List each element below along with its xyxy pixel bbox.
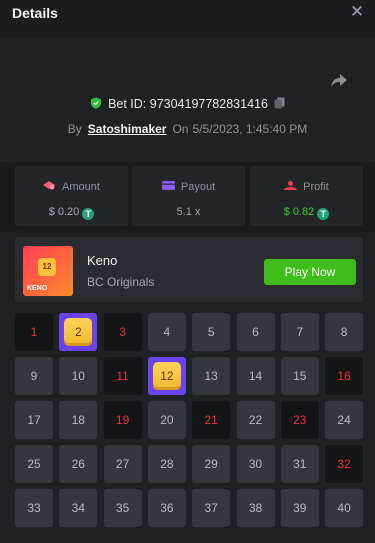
keno-cell: 13: [192, 357, 231, 395]
keno-cell: 15: [280, 357, 319, 395]
play-now-button[interactable]: Play Now: [264, 259, 356, 285]
dialog-title: Details: [12, 5, 58, 21]
shield-icon: [91, 97, 102, 109]
keno-cell-hit: 2: [59, 313, 98, 351]
keno-tile-icon: 12: [38, 258, 56, 276]
keno-cell: 28: [147, 445, 186, 483]
keno-cell: 40: [325, 489, 364, 527]
stat-amount-value: $ 0.20: [48, 206, 80, 218]
keno-cell-number: 12: [152, 362, 181, 390]
bet-datetime: 5/5/2023, 1:45:40 PM: [192, 122, 308, 136]
share-icon[interactable]: [330, 72, 348, 88]
keno-cell-miss: 16: [325, 357, 364, 395]
stat-payout-value: 5.1 x: [176, 206, 201, 218]
dialog-header: Details ✕: [0, 0, 375, 38]
keno-cell: 9: [15, 357, 53, 395]
keno-cell: 29: [192, 445, 231, 483]
stat-payout-label: Payout: [180, 181, 216, 193]
keno-cell: 18: [59, 401, 98, 439]
keno-cell: 7: [280, 313, 319, 351]
keno-cell: 36: [147, 489, 186, 527]
amount-icon: [43, 181, 56, 190]
keno-cell: 22: [236, 401, 275, 439]
game-category: BC Originals: [87, 275, 155, 289]
stat-amount-label: Amount: [62, 181, 100, 193]
keno-cell: 31: [280, 445, 319, 483]
usdt-coin-icon: T: [317, 208, 330, 220]
keno-cell-miss: 3: [103, 313, 142, 351]
keno-cell-number: 2: [64, 318, 93, 346]
keno-cell: 20: [147, 401, 186, 439]
payout-card-icon: [161, 181, 175, 190]
keno-cell: 30: [236, 445, 275, 483]
bet-byline: By Satoshimaker On 5/5/2023, 1:45:40 PM: [0, 122, 375, 136]
usdt-coin-icon: T: [82, 208, 95, 220]
by-label: By: [67, 122, 82, 136]
keno-cell: 33: [15, 489, 53, 527]
keno-cell-miss: 21: [192, 401, 231, 439]
stats-bar: Amount $ 0.20 T Payout 5.1 x Profit $ 0.8…: [0, 162, 375, 232]
keno-cell: 37: [192, 489, 231, 527]
keno-cell: 25: [15, 445, 53, 483]
stat-amount: Amount $ 0.20 T: [15, 166, 128, 226]
keno-cell: 6: [236, 313, 275, 351]
keno-cell-miss: 11: [103, 357, 142, 395]
keno-cell: 39: [280, 489, 319, 527]
bet-id-text: Bet ID: 97304197782831416: [108, 97, 268, 111]
keno-cell: 8: [325, 313, 364, 351]
keno-cell: 34: [59, 489, 98, 527]
keno-cell-miss: 23: [280, 401, 319, 439]
profit-icon: [284, 181, 298, 190]
keno-cell: 4: [147, 313, 186, 351]
close-icon[interactable]: ✕: [349, 3, 365, 20]
keno-cell: 5: [192, 313, 231, 351]
copy-icon[interactable]: [274, 97, 285, 109]
keno-cell-hit: 12: [147, 357, 186, 395]
stat-profit: Profit $ 0.82 T: [250, 166, 363, 226]
keno-cell: 24: [325, 401, 364, 439]
keno-cell: 17: [15, 401, 53, 439]
keno-cell: 27: [103, 445, 142, 483]
keno-cell-miss: 1: [15, 313, 53, 351]
keno-cell: 38: [236, 489, 275, 527]
game-thumbnail[interactable]: 12 KENO: [23, 246, 73, 296]
stat-profit-label: Profit: [303, 181, 329, 193]
thumbnail-logo-text: KENO: [27, 285, 48, 292]
stat-profit-value: $ 0.82: [283, 206, 315, 218]
keno-cell-miss: 32: [325, 445, 364, 483]
bet-id-line: Bet ID: 97304197782831416: [0, 97, 375, 111]
username-link[interactable]: Satoshimaker: [88, 122, 167, 136]
on-label: On: [172, 122, 189, 136]
stat-payout: Payout 5.1 x: [132, 166, 245, 226]
game-card: 12 KENO Keno BC Originals Play Now: [15, 237, 363, 302]
keno-cell-miss: 19: [103, 401, 142, 439]
keno-cell: 35: [103, 489, 142, 527]
keno-cell: 26: [59, 445, 98, 483]
keno-cell: 14: [236, 357, 275, 395]
game-name: Keno: [87, 253, 118, 268]
keno-cell: 10: [59, 357, 98, 395]
